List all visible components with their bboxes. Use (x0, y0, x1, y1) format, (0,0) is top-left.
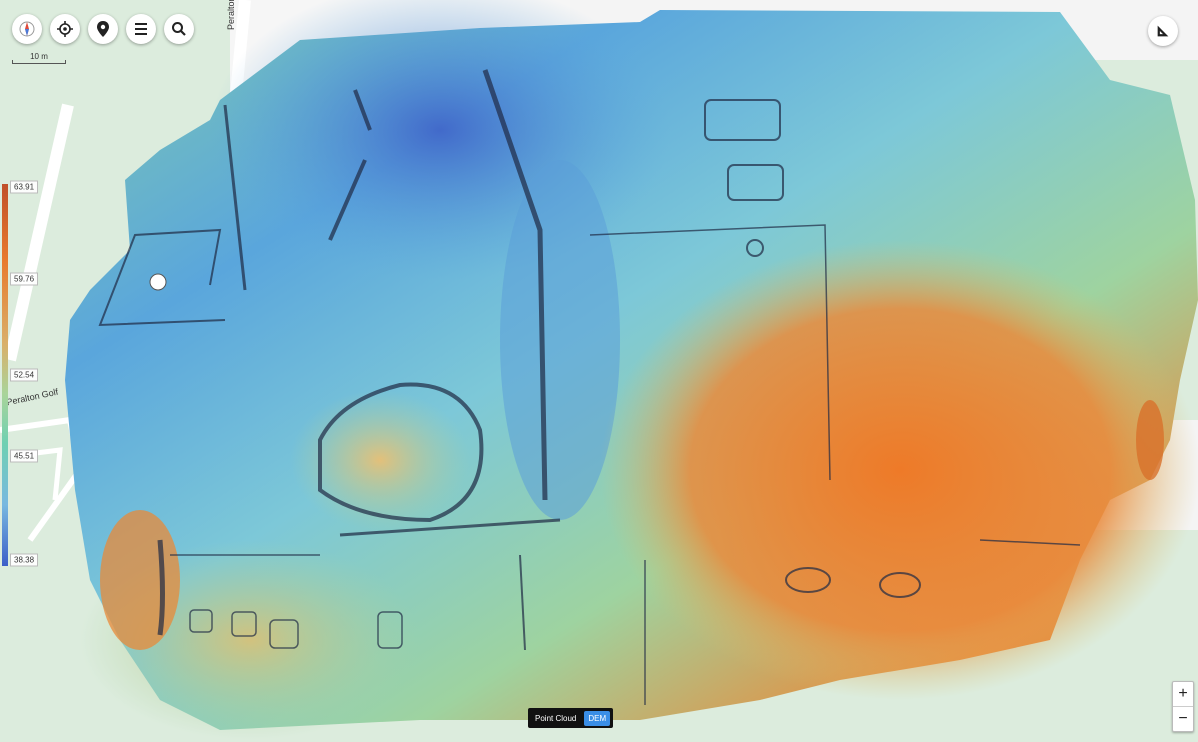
zoom-in-button[interactable]: + (1173, 682, 1193, 706)
crosshair-icon[interactable] (50, 14, 80, 44)
map-pin-icon[interactable] (88, 14, 118, 44)
map-canvas[interactable] (0, 0, 1198, 742)
search-icon[interactable] (164, 14, 194, 44)
elevation-color-ramp (2, 184, 8, 566)
dem-button[interactable]: DEM (584, 710, 611, 726)
compass-icon[interactable] (12, 14, 42, 44)
street-label-top: Peralton Blvd (226, 0, 236, 30)
location-marker[interactable] (149, 273, 167, 291)
ruler-triangle-icon[interactable] (1148, 16, 1178, 46)
view-toggle: Point Cloud DEM (528, 708, 614, 728)
zoom-control: + − (1172, 681, 1194, 732)
point-cloud-button[interactable]: Point Cloud (531, 711, 580, 726)
legend-tick-min: 38.38 (10, 553, 39, 567)
legend-tick: 59.76 (10, 272, 39, 286)
legend-tick: 45.51 (10, 449, 39, 463)
layers-list-icon[interactable] (126, 14, 156, 44)
scale-line (12, 60, 66, 64)
zoom-out-button[interactable]: − (1173, 706, 1193, 731)
scale-bar: 10 m (12, 52, 66, 64)
legend-tick: 52.54 (10, 368, 39, 382)
legend-tick-max: 63.91 (10, 180, 39, 194)
